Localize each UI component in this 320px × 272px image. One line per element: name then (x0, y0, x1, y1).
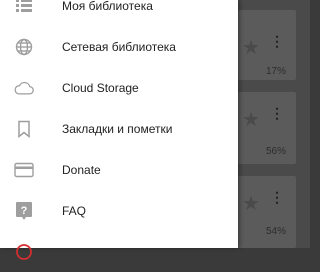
credit-card-icon (14, 160, 34, 180)
drawer-item-network-library[interactable]: Сетевая библиотека (0, 26, 238, 67)
more-options-icon: ⋮ (270, 33, 284, 49)
power-icon (14, 242, 34, 262)
list-icon (14, 0, 34, 16)
navigation-drawer: Моя библиотека Сетевая библиотека Cloud … (0, 0, 238, 260)
drawer-item-cloud-storage[interactable]: Cloud Storage (0, 67, 238, 108)
drawer-item-label: Моя библиотека (62, 0, 153, 13)
progress-percent: 56% (265, 146, 286, 157)
progress-percent: 17% (265, 66, 286, 77)
star-icon: ★ (242, 109, 260, 131)
drawer-item-donate[interactable]: Donate (0, 149, 238, 190)
help-icon: ? (14, 201, 34, 221)
book-card: ★ ⋮ 56% (238, 92, 296, 164)
drawer-item-label: Donate (62, 162, 101, 177)
bookmark-icon (14, 119, 34, 139)
book-card: ★ ⋮ 17% (238, 10, 296, 80)
cloud-icon (14, 78, 34, 98)
globe-icon (14, 37, 34, 57)
progress-percent: 54% (265, 226, 286, 237)
more-options-icon: ⋮ (270, 189, 284, 205)
drawer-item-bookmarks[interactable]: Закладки и пометки (0, 108, 238, 149)
drawer-item-label: Закладки и пометки (62, 121, 173, 136)
drawer-item-my-library[interactable]: Моя библиотека (0, 0, 238, 26)
drawer-item-label: Cloud Storage (62, 80, 139, 95)
drawer-item-label: FAQ (62, 203, 87, 218)
star-icon: ★ (242, 37, 260, 59)
more-options-icon: ⋮ (270, 105, 284, 121)
drawer-item-exit[interactable] (0, 231, 238, 272)
drawer-item-faq[interactable]: ? FAQ (0, 190, 238, 231)
drawer-item-label: Сетевая библиотека (62, 39, 176, 54)
book-card: ★ ⋮ 54% (238, 176, 296, 248)
svg-text:?: ? (21, 205, 28, 217)
star-icon: ★ (242, 193, 260, 215)
